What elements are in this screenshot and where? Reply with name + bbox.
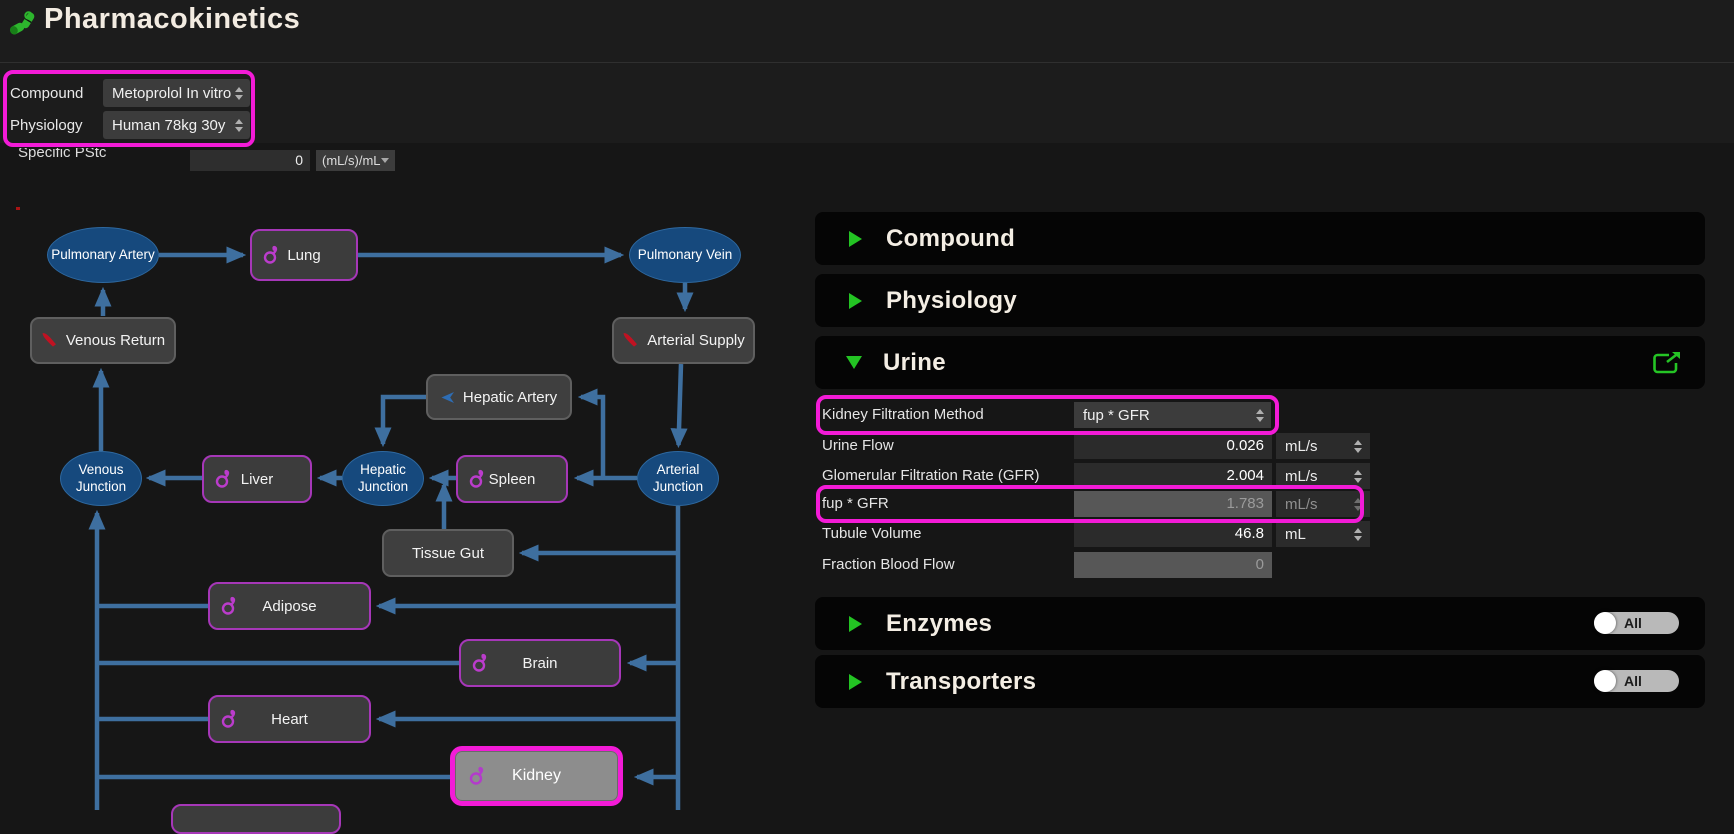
expand-right-icon (849, 231, 862, 247)
header-divider (0, 62, 1734, 63)
node-tissue-gut[interactable]: Tissue Gut (382, 529, 514, 577)
section-physiology[interactable]: Physiology (815, 274, 1705, 327)
row-gfr: Glomerular Filtration Rate (GFR) 2.004 m… (815, 463, 1705, 489)
kidney-filtration-method-select[interactable]: fup * GFR (1074, 402, 1271, 428)
node-venous-junction[interactable]: Venous Junction (60, 451, 142, 506)
fup-gfr-unit-select[interactable]: mL/s (1276, 491, 1370, 517)
node-spleen[interactable]: Spleen (456, 455, 568, 503)
node-liver[interactable]: Liver (202, 455, 312, 503)
enzymes-all-toggle[interactable]: All (1594, 612, 1679, 634)
physiology-select[interactable]: Human 78kg 30y (103, 111, 250, 139)
tubule-volume-input[interactable]: 46.8 (1074, 521, 1272, 547)
node-lung[interactable]: Lung (250, 229, 358, 281)
specific-pstc-row: Specific PStc 0 (mL/s)/mL (0, 148, 430, 173)
row-urine-flow: Urine Flow 0.026 mL/s (815, 433, 1705, 459)
tubule-volume-unit-select[interactable]: mL (1276, 521, 1370, 547)
specific-pstc-label: Specific PStc (18, 148, 106, 161)
flask-icon (263, 245, 281, 265)
spinner-icon (235, 119, 243, 132)
urine-flow-input[interactable]: 0.026 (1074, 433, 1272, 459)
needle-icon (622, 332, 639, 349)
flask-icon (472, 653, 490, 673)
node-brain[interactable]: Brain (459, 639, 621, 687)
flask-icon (469, 469, 487, 489)
urine-flow-unit-select[interactable]: mL/s (1276, 433, 1370, 459)
node-partial-bottom[interactable] (171, 804, 341, 834)
page-title: Pharmacokinetics (44, 3, 300, 36)
needle-icon (41, 332, 58, 349)
row-fraction-blood-flow: Fraction Blood Flow 0 (815, 552, 1705, 578)
spinner-icon (235, 87, 243, 100)
open-external-icon[interactable] (1651, 350, 1683, 381)
flask-icon (215, 469, 233, 489)
chevron-down-icon (381, 158, 389, 163)
node-arterial-junction[interactable]: Arterial Junction (637, 451, 719, 506)
fraction-blood-flow-readonly-field: 0 (1074, 552, 1272, 578)
node-heart[interactable]: Heart (208, 695, 371, 743)
expand-down-icon (846, 356, 862, 369)
node-hepatic-artery[interactable]: Hepatic Artery (426, 374, 572, 420)
row-kidney-filtration-method: Kidney Filtration Method fup * GFR (815, 402, 1705, 428)
row-fup-gfr: fup * GFR 1.783 mL/s (815, 491, 1705, 517)
transporters-all-toggle[interactable]: All (1594, 670, 1679, 692)
node-pulmonary-artery[interactable]: Pulmonary Artery (47, 227, 159, 283)
spinner-icon (1354, 470, 1362, 483)
node-venous-return[interactable]: Venous Return (30, 317, 176, 364)
section-urine[interactable]: Urine (815, 336, 1705, 389)
toggle-knob (1594, 612, 1616, 634)
specific-pstc-input[interactable]: 0 (190, 150, 310, 171)
spinner-icon (1354, 528, 1362, 541)
flask-icon (469, 766, 487, 786)
spinner-icon (1354, 440, 1362, 453)
toggle-knob (1594, 670, 1616, 692)
red-artifact-dot (16, 207, 20, 210)
physiology-label: Physiology (10, 117, 83, 134)
compound-select[interactable]: Metoprolol In vitro (103, 79, 250, 107)
section-transporters[interactable]: Transporters All (815, 655, 1705, 708)
expand-right-icon (849, 293, 862, 309)
arrow-left-icon (441, 391, 455, 404)
spinner-icon (1256, 409, 1264, 422)
flask-icon (221, 596, 239, 616)
physiology-select-value: Human 78kg 30y (112, 117, 225, 134)
node-kidney-selected[interactable]: Kidney (450, 746, 623, 806)
specific-pstc-unit-select[interactable]: (mL/s)/mL (316, 150, 395, 171)
flask-icon (221, 709, 239, 729)
pills-icon (8, 9, 38, 44)
section-enzymes[interactable]: Enzymes All (815, 597, 1705, 650)
row-tubule-volume: Tubule Volume 46.8 mL (815, 521, 1705, 547)
compound-label: Compound (10, 85, 83, 102)
node-hepatic-junction[interactable]: Hepatic Junction (342, 451, 424, 506)
fup-gfr-readonly-field: 1.783 (1074, 491, 1272, 517)
gfr-input[interactable]: 2.004 (1074, 463, 1272, 489)
expand-right-icon (849, 616, 862, 632)
expand-right-icon (849, 674, 862, 690)
node-pulmonary-vein[interactable]: Pulmonary Vein (629, 227, 741, 283)
node-arterial-supply[interactable]: Arterial Supply (612, 317, 755, 364)
gfr-unit-select[interactable]: mL/s (1276, 463, 1370, 489)
node-adipose[interactable]: Adipose (208, 582, 371, 630)
section-compound[interactable]: Compound (815, 212, 1705, 265)
compound-select-value: Metoprolol In vitro (112, 85, 231, 102)
spinner-icon (1354, 498, 1362, 511)
